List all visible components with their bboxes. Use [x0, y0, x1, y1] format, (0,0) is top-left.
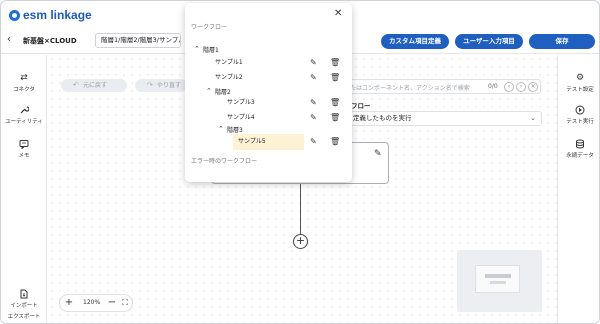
sidebar-item-label: テスト設定: [566, 87, 594, 93]
play-icon: [575, 105, 585, 115]
wrench-icon: [19, 105, 30, 115]
sidebar-item-label: エクスポート: [7, 314, 41, 320]
flow-label: フロー: [351, 102, 371, 110]
custom-fields-button[interactable]: カスタム項目定義: [381, 34, 449, 49]
minimap-node: [485, 274, 511, 278]
sidebar-item-test-settings[interactable]: ⚙ テスト設定: [558, 73, 599, 93]
tree-item-sample5[interactable]: サンプル5: [238, 136, 266, 147]
section-workflow-title: ワークフロー: [191, 24, 228, 31]
save-button[interactable]: 保存: [529, 34, 595, 49]
edit-icon[interactable]: ✎: [310, 97, 317, 108]
logo-text: esm linkage: [23, 8, 92, 22]
chevron-up-icon[interactable]: ⌃: [194, 44, 200, 55]
redo-arrow-icon: ↷: [147, 81, 153, 89]
gear-icon: ⚙: [575, 73, 585, 83]
logo-mark-icon: [9, 9, 20, 21]
sidebar-item-label: 永続データ: [566, 153, 594, 159]
close-icon[interactable]: ✕: [334, 8, 342, 19]
undo-button[interactable]: 元に戻す: [61, 79, 127, 92]
undo-arrow-icon: ↶: [73, 81, 79, 89]
trash-icon[interactable]: 🗑: [330, 57, 340, 68]
section-error-workflow-title: エラー時のワークフロー: [191, 158, 258, 165]
prev-result-icon[interactable]: ‹: [504, 82, 514, 92]
fit-screen-icon[interactable]: ⛶: [119, 297, 131, 309]
tree-folder-level1[interactable]: 階層1: [203, 45, 219, 56]
back-arrow-icon[interactable]: ‹: [7, 34, 17, 46]
connector-icon: ⇄: [20, 73, 28, 83]
undo-label: 元に戻す: [83, 82, 108, 89]
trash-icon[interactable]: 🗑: [330, 136, 340, 147]
memo-icon: [19, 139, 29, 150]
sidebar-item-utility[interactable]: ユーティリティ: [1, 105, 47, 125]
redo-button[interactable]: やり直す: [135, 79, 187, 92]
sidebar-item-label: インポート: [10, 303, 38, 309]
sidebar-item-label: ユーティリティ: [5, 119, 43, 125]
redo-label: やり直す: [157, 82, 182, 89]
sidebar-item-test-run[interactable]: テスト実行: [558, 105, 599, 125]
right-sidebar: ⚙ テスト設定 テスト実行 永続データ: [557, 55, 599, 323]
trash-icon[interactable]: 🗑: [330, 112, 340, 123]
search-placeholder: たはコンポーネント名、アクション名で検索: [350, 85, 470, 92]
edit-icon[interactable]: ✎: [310, 57, 317, 68]
zoom-level: 120%: [83, 299, 101, 306]
sidebar-item-memo[interactable]: メモ: [1, 139, 47, 159]
minimap-node: [490, 281, 506, 284]
add-node-icon[interactable]: +: [293, 234, 308, 249]
tree-item-sample4[interactable]: サンプル4: [227, 112, 255, 123]
sidebar-item-persistent-data[interactable]: 永続データ: [558, 139, 599, 159]
zoom-out-icon[interactable]: −: [106, 297, 118, 309]
search-result-count: 0/0: [488, 83, 498, 90]
close-search-icon[interactable]: ×: [528, 82, 538, 92]
trash-icon[interactable]: 🗑: [330, 97, 340, 108]
next-result-icon[interactable]: ›: [516, 82, 526, 92]
sidebar-item-connector[interactable]: ⇄ コネクタ: [1, 73, 47, 93]
zoom-control: + 120% − ⛶: [59, 294, 133, 312]
app-window: esm linkage ‹ 新基盤×CLOUD 階層1/階層2/階層3/サンプル…: [0, 0, 600, 324]
sidebar-item-label: コネクタ: [13, 87, 35, 93]
minimap-viewport: [475, 265, 520, 293]
chevron-up-icon[interactable]: ⌃: [206, 86, 212, 97]
sidebar-item-import-export[interactable]: インポート エクスポート: [1, 289, 47, 320]
zoom-in-icon[interactable]: +: [63, 297, 75, 309]
environment-name: 新基盤×CLOUD: [23, 37, 77, 45]
flow-select[interactable]: 定義したものを実行 ⌄: [346, 111, 542, 126]
connector-line: [300, 184, 301, 234]
tree-item-sample2[interactable]: サンプル2: [215, 72, 243, 83]
flow-selected-value: 定義したものを実行: [353, 114, 412, 122]
edit-icon[interactable]: ✎: [310, 72, 317, 83]
search-input[interactable]: たはコンポーネント名、アクション名で検索 0/0 ‹ › ×: [333, 79, 541, 94]
tree-item-sample1[interactable]: サンプル1: [215, 57, 243, 68]
trash-icon[interactable]: 🗑: [330, 72, 340, 83]
edit-icon[interactable]: ✎: [310, 112, 317, 123]
chevron-up-icon[interactable]: ⌃: [218, 124, 224, 135]
minimap[interactable]: [457, 250, 542, 312]
database-icon: [575, 139, 585, 149]
edit-icon[interactable]: ✎: [310, 136, 317, 147]
app-logo: esm linkage: [9, 8, 92, 22]
sidebar-item-label: テスト実行: [566, 119, 594, 125]
tree-item-sample3[interactable]: サンプル3: [227, 97, 255, 108]
import-export-icon: [19, 289, 29, 299]
chevron-updown-icon: ⌄: [530, 114, 536, 122]
breadcrumb[interactable]: 階層1/階層2/階層3/サンプル: [95, 33, 181, 48]
edit-icon[interactable]: ✎: [374, 149, 382, 159]
user-input-button[interactable]: ユーザー入力項目: [455, 34, 523, 49]
tree-folder-level3[interactable]: 階層3: [227, 125, 243, 136]
left-sidebar: ⇄ コネクタ ユーティリティ メモ インポート エクスポート: [1, 55, 47, 323]
sidebar-item-label: メモ: [18, 153, 30, 159]
